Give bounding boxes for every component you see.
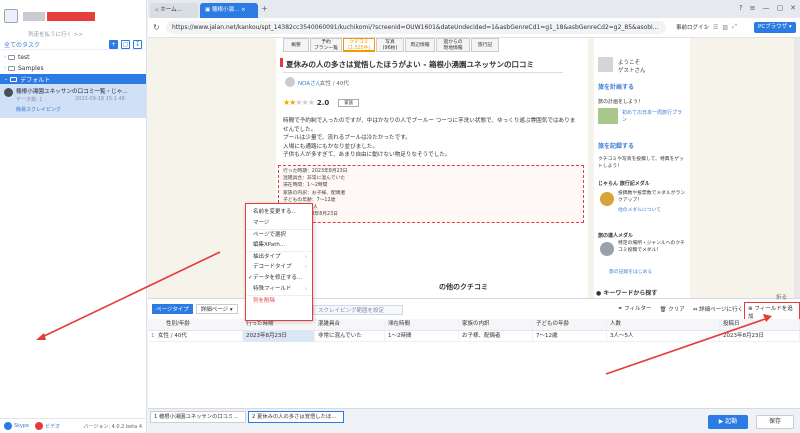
- annotation-arrows: [36, 251, 772, 375]
- arrow-line-right: [605, 317, 769, 375]
- arrow-head-right: [763, 314, 772, 322]
- arrow-line-left: [39, 251, 221, 339]
- arrow-head-left: [36, 333, 46, 340]
